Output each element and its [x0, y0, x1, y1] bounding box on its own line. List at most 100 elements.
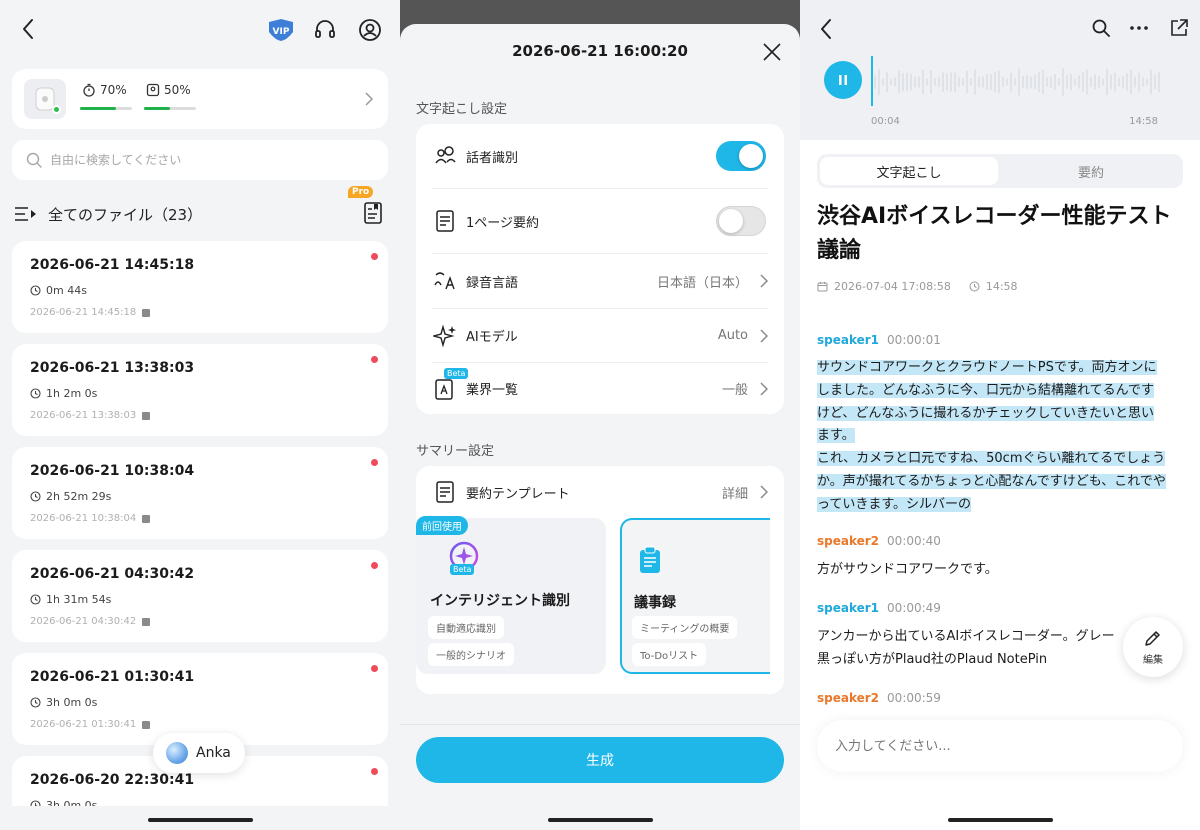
profile-icon[interactable]	[357, 17, 383, 43]
industry-label: 業界一覧	[466, 383, 519, 398]
template-chip: 一般的シナリオ	[428, 643, 514, 666]
file-card[interactable]: 2026-06-21 14:45:18 0m 44s 2026-06-21 14…	[12, 241, 388, 333]
speaker-name[interactable]: speaker2	[817, 691, 879, 705]
template-card-minutes[interactable]: 議事録 ミーティングの概要 To-Doリスト	[620, 518, 770, 674]
template-icon	[432, 479, 458, 505]
edit-button[interactable]: 編集	[1123, 617, 1183, 677]
share-export-icon[interactable]	[1168, 17, 1190, 39]
waveform-bar	[914, 76, 916, 88]
template-chip: ミーティングの概要	[632, 616, 738, 639]
device-status-card[interactable]: 70% 50%	[12, 69, 388, 129]
back-icon[interactable]	[814, 16, 838, 42]
last-used-badge: 前回使用	[416, 516, 468, 535]
waveform-bar	[1158, 71, 1160, 93]
clipboard-icon	[638, 546, 662, 574]
pencil-icon	[1145, 631, 1160, 646]
cloud-status-icon	[142, 308, 151, 317]
unread-dot	[371, 768, 378, 775]
waveform-bar	[1138, 72, 1140, 92]
template-chip: To-Doリスト	[632, 643, 707, 666]
waveform-bar	[1054, 73, 1056, 91]
waveform-bar	[1094, 74, 1096, 90]
waveform-bar	[898, 70, 900, 94]
file-card[interactable]: 2026-06-21 13:38:03 1h 2m 0s 2026-06-21 …	[12, 344, 388, 436]
segment-header[interactable]: speaker1 00:00:01	[817, 333, 941, 347]
language-icon	[432, 268, 458, 294]
document-title: 渋谷AIボイスレコーダー性能テスト議論	[817, 204, 1172, 263]
industry-book-icon	[432, 376, 458, 402]
search-icon[interactable]	[1090, 17, 1112, 39]
waveform-bar	[1142, 77, 1144, 87]
chevron-right-icon	[760, 381, 768, 396]
waveform-bar	[1154, 74, 1156, 90]
waveform-bar	[890, 78, 892, 86]
generate-button[interactable]: 生成	[416, 737, 784, 783]
segment-header[interactable]: speaker2 00:00:59	[817, 691, 941, 705]
recording-language-value: 日本語（日本）	[656, 275, 748, 291]
assistant-label: Anka	[196, 745, 231, 761]
waveform-bar	[994, 71, 996, 93]
waveform-bar	[978, 76, 980, 88]
file-date: 2026-06-21 13:38:03	[30, 410, 151, 421]
pause-button[interactable]	[824, 61, 862, 99]
pro-badge: Pro	[348, 186, 374, 198]
speaker-name[interactable]: speaker2	[817, 534, 879, 548]
waveform-bar	[1078, 75, 1080, 89]
playhead[interactable]	[871, 56, 873, 106]
file-card[interactable]: 2026-06-21 01:30:41 3h 0m 0s 2026-06-21 …	[12, 653, 388, 745]
more-icon[interactable]	[1128, 17, 1150, 39]
waveform-bar	[1050, 76, 1052, 88]
clock-icon	[30, 285, 41, 296]
waveform-bar	[982, 75, 984, 89]
chat-input-bar[interactable]	[817, 720, 1183, 772]
industry-row[interactable]: Beta 業界一覧 一般	[416, 363, 784, 414]
waveform-bar	[1090, 76, 1092, 88]
template-card-intelligent[interactable]: 前回使用 Beta インテリジェント識別 自動適応識別 一般的シナリオ	[416, 516, 606, 674]
file-card[interactable]: 2026-06-21 10:38:04 2h 52m 29s 2026-06-2…	[12, 447, 388, 539]
close-icon[interactable]	[762, 42, 782, 62]
document-duration: 14:58	[985, 280, 1018, 293]
svg-text:VIP: VIP	[273, 27, 290, 37]
ai-model-row[interactable]: AIモデル Auto	[416, 309, 784, 362]
sort-menu-icon[interactable]	[14, 206, 38, 222]
support-headset-icon[interactable]	[312, 17, 338, 43]
speaker-id-toggle[interactable]	[716, 141, 766, 171]
segment-text[interactable]: サウンドコアワークとクラウドノートPSです。両方オンに しました。どんなふうに今…	[817, 357, 1189, 517]
waveform-bar	[1086, 69, 1088, 95]
one-page-summary-toggle[interactable]	[716, 206, 766, 236]
summary-template-row[interactable]: 要約テンプレート 詳細	[416, 466, 784, 518]
calendar-icon	[817, 282, 828, 292]
connected-indicator	[52, 105, 61, 114]
player-area: 00:04 14:58	[800, 0, 1200, 140]
segment-header[interactable]: speaker1 00:00:49	[817, 601, 941, 615]
beta-tag: Beta	[444, 368, 469, 379]
search-bar[interactable]	[12, 140, 388, 180]
search-input[interactable]	[50, 153, 350, 167]
batch-edit-icon[interactable]	[362, 200, 386, 226]
segment-header[interactable]: speaker2 00:00:40	[817, 534, 941, 548]
industry-value: 一般	[721, 383, 748, 398]
speaker-name[interactable]: speaker1	[817, 333, 879, 347]
back-icon[interactable]	[16, 16, 40, 42]
waveform[interactable]	[874, 60, 1164, 104]
document-datetime: 2026-07-04 17:08:58	[834, 280, 951, 293]
all-files-title: 全てのファイル（23）	[48, 205, 203, 224]
chevron-right-icon	[760, 274, 768, 288]
waveform-bar	[1118, 77, 1120, 87]
recording-language-label: 録音言語	[466, 275, 519, 291]
file-title: 2026-06-20 22:30:41	[30, 772, 195, 788]
file-card[interactable]: 2026-06-21 04:30:42 1h 31m 54s 2026-06-2…	[12, 550, 388, 642]
tab-transcript[interactable]: 文字起こし	[820, 157, 998, 185]
assistant-button[interactable]: Anka	[153, 733, 245, 773]
speaker-name[interactable]: speaker1	[817, 601, 879, 615]
waveform-bar	[926, 78, 928, 86]
segment-text[interactable]: 方がサウンドコアワークです。	[817, 559, 1189, 582]
vip-icon[interactable]: VIP	[266, 17, 296, 43]
file-date: 2026-06-21 01:30:41	[30, 719, 151, 730]
chat-input[interactable]	[835, 738, 1155, 754]
tab-summary[interactable]: 要約	[1002, 157, 1180, 185]
segment-time: 00:00:49	[887, 601, 941, 615]
recording-language-row[interactable]: 録音言語 日本語（日本）	[416, 254, 784, 308]
clock-icon	[969, 281, 980, 292]
waveform-bar	[874, 75, 876, 89]
